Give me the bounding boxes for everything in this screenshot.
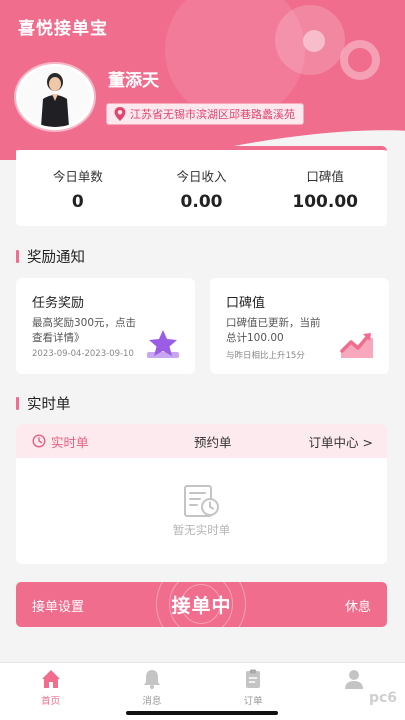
star-trophy-icon	[147, 330, 179, 358]
card-description: 最高奖励300元，点击查看详情》	[32, 317, 137, 344]
section-marker	[16, 250, 19, 263]
accept-orders-bar: 接单设置 接单中 休息	[16, 582, 387, 627]
stats-card: 今日单数 0 今日收入 0.00 口碑值 100.00	[16, 146, 387, 226]
location-badge[interactable]: 江苏省无锡市滨湖区邱巷路蠡溪苑	[106, 103, 304, 125]
watermark-logo: pc6	[368, 690, 397, 706]
decor-ring	[340, 40, 380, 80]
nav-label: 首页	[41, 696, 61, 707]
tab-label: 预约单	[194, 434, 232, 450]
section-title-text: 奖励通知	[27, 250, 85, 266]
stat-orders: 今日单数 0	[16, 150, 140, 226]
stat-value: 100.00	[292, 192, 358, 212]
clock-icon	[32, 434, 46, 448]
tab-label: 实时单	[51, 434, 89, 450]
rest-button[interactable]: 休息	[345, 596, 371, 615]
app-title: 喜悦接单宝	[18, 19, 108, 39]
stat-income: 今日收入 0.00	[140, 150, 264, 226]
task-reward-card[interactable]: 任务奖励 最高奖励300元，点击查看详情》 2023-09-04-2023-09…	[16, 278, 195, 374]
order-tabs: 实时单 预约单 订单中心 >	[16, 424, 387, 458]
location-text: 江苏省无锡市滨湖区邱巷路蠡溪苑	[130, 108, 295, 121]
stat-value: 0.00	[180, 192, 223, 212]
avatar[interactable]	[16, 64, 94, 130]
tab-preorder[interactable]: 预约单	[162, 432, 272, 451]
bell-icon	[143, 670, 160, 689]
orders-panel: 实时单 预约单 订单中心 > 暂无实时单	[16, 424, 387, 564]
tab-realtime[interactable]: 实时单	[32, 432, 162, 451]
stat-label: 今日收入	[176, 169, 227, 184]
location-pin-icon	[114, 107, 126, 121]
rewards-section-title: 奖励通知	[16, 246, 85, 267]
card-description: 口碑值已更新，当前总计100.00	[226, 317, 321, 344]
decor-circle	[303, 30, 325, 52]
reputation-card[interactable]: 口碑值 口碑值已更新，当前总计100.00 与昨日相比上升15分	[210, 278, 389, 374]
stat-value: 0	[71, 192, 84, 212]
home-indicator	[126, 711, 278, 715]
order-center-link[interactable]: 订单中心 >	[309, 432, 373, 451]
user-icon	[345, 670, 364, 689]
stat-label: 今日单数	[52, 169, 103, 184]
nav-label: 消息	[142, 696, 162, 707]
nav-item-home[interactable]: 首页	[0, 663, 101, 720]
section-marker	[16, 397, 19, 410]
trend-up-icon	[340, 333, 373, 358]
accepting-toggle-button[interactable]: 接单中	[16, 591, 387, 618]
card-title: 任务奖励	[32, 296, 85, 311]
link-label: 订单中心 >	[308, 434, 373, 450]
section-title-text: 实时单	[27, 397, 71, 413]
card-change-note: 与昨日相比上升15分	[226, 351, 305, 361]
orders-section-title: 实时单	[16, 393, 71, 414]
username: 董添天	[108, 71, 159, 91]
nav-label: 订单	[243, 696, 263, 707]
avatar-image	[19, 67, 91, 127]
home-icon	[41, 670, 60, 688]
card-title: 口碑值	[226, 296, 266, 311]
clipboard-icon	[246, 669, 261, 688]
stat-label: 口碑值	[306, 169, 344, 184]
stat-reputation: 口碑值 100.00	[263, 150, 387, 226]
empty-state-text: 暂无实时单	[172, 523, 231, 537]
card-date-range: 2023-09-04-2023-09-10	[32, 349, 134, 359]
empty-orders-icon	[184, 485, 219, 517]
